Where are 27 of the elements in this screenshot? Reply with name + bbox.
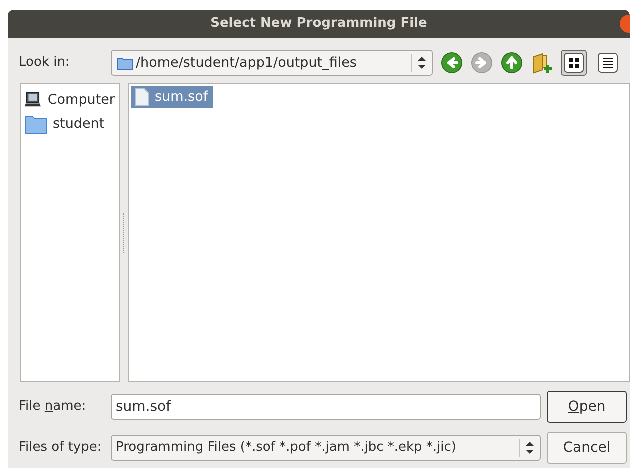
document-icon [135,88,149,106]
folder-icon [117,56,133,70]
new-folder-icon[interactable] [531,52,553,74]
back-icon[interactable] [441,52,463,74]
grid-icon [564,53,584,73]
file-name-label: File name: [19,398,88,416]
file-name-field[interactable]: sum.sof [111,394,541,420]
path-text: /home/student/app1/output_files [136,54,358,73]
computer-icon [25,91,42,109]
look-in-label: Look in: [19,54,71,72]
cancel-button[interactable]: Cancel [547,432,627,464]
icon-view-button[interactable] [561,50,587,76]
open-button[interactable]: Open [547,391,627,423]
files-of-type-label: Files of type: [19,439,103,458]
list-view-button[interactable] [595,50,621,76]
folder-icon [25,114,47,134]
file-type-text: Programming Files (*.sof *.pof *.jam *.jbc *.ekp *.jic) [116,439,458,458]
spinner-arrows-icon [418,57,426,69]
close-icon[interactable] [620,15,630,33]
file-type-dropdown[interactable]: Programming Files (*.sof *.pof *.jam *.jbc *.ekp *.jic) [111,435,541,461]
look-in-dropdown[interactable]: /home/student/app1/output_files [111,50,433,76]
splitter-handle[interactable] [123,212,125,252]
place-item[interactable]: student [53,114,105,134]
window-title: Select New Programming File [210,15,428,34]
spinner-arrows-icon [526,442,534,454]
list-icon [598,53,618,73]
place-item[interactable]: Computer [48,90,115,110]
